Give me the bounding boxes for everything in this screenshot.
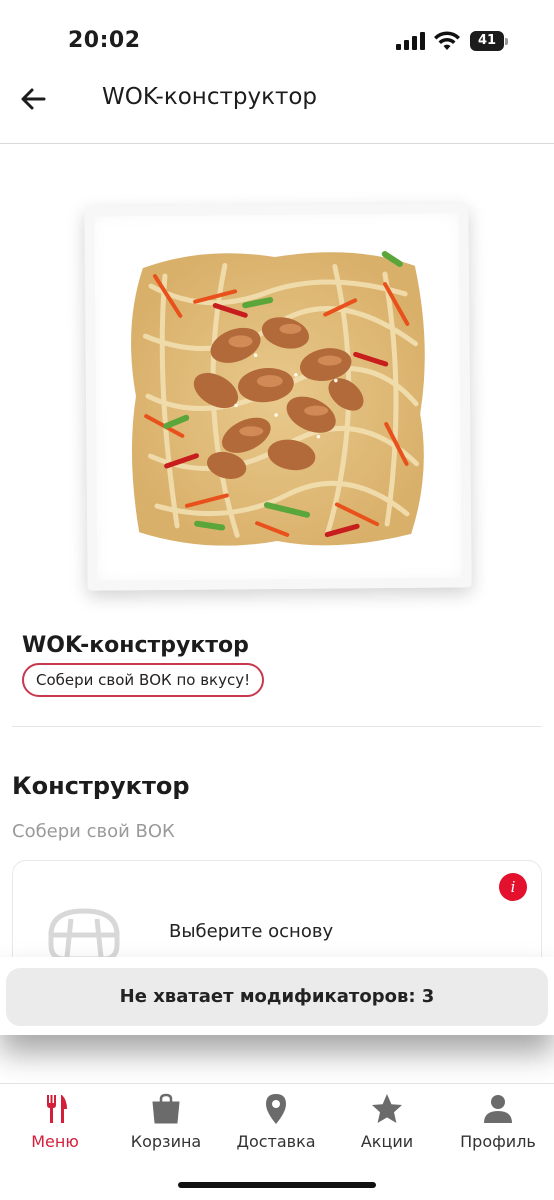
- tab-label: Профиль: [460, 1132, 536, 1151]
- tab-menu[interactable]: Меню: [0, 1092, 110, 1156]
- constructor-subtitle: Собери свой ВОК: [12, 821, 175, 842]
- tab-promotions[interactable]: Акции: [332, 1092, 442, 1156]
- tab-label: Акции: [360, 1132, 414, 1151]
- page-title: WOK-конструктор: [102, 84, 318, 110]
- constructor-title: Конструктор: [12, 772, 190, 800]
- navigation-header: WOK-конструктор: [0, 72, 554, 144]
- back-arrow-icon[interactable]: [16, 82, 50, 116]
- missing-modifiers-button[interactable]: Не хватает модификаторов: 3: [6, 968, 548, 1026]
- status-time: 20:02: [68, 28, 141, 53]
- bottom-action-sheet: Не хватает модификаторов: 3: [0, 957, 554, 1035]
- person-icon: [484, 1095, 512, 1123]
- divider: [12, 726, 542, 727]
- tab-label: Корзина: [130, 1132, 202, 1151]
- battery-level: 41: [470, 31, 504, 51]
- info-icon[interactable]: i: [499, 873, 527, 901]
- tab-profile[interactable]: Профиль: [443, 1092, 553, 1156]
- star-icon: [372, 1094, 402, 1123]
- product-name: WOK-конструктор: [22, 633, 249, 658]
- tab-delivery[interactable]: Доставка: [221, 1092, 331, 1156]
- tab-label: Меню: [31, 1132, 79, 1151]
- product-image: [0, 145, 554, 615]
- home-indicator: [178, 1182, 376, 1188]
- modifier-label: Выберите основу: [169, 921, 334, 942]
- map-pin-icon: [266, 1094, 286, 1124]
- product-tag: Собери свой ВОК по вкусу!: [22, 663, 265, 697]
- fork-knife-icon: [47, 1095, 67, 1123]
- plate-image: [84, 203, 472, 591]
- status-bar: 20:02 41: [0, 0, 554, 72]
- tab-label: Доставка: [236, 1132, 316, 1151]
- wifi-icon: [434, 31, 460, 50]
- bag-icon: [152, 1093, 180, 1124]
- tab-cart[interactable]: Корзина: [111, 1092, 221, 1156]
- battery-icon: 41: [470, 31, 508, 51]
- noodle-box-icon: [48, 908, 120, 962]
- cellular-signal-icon: [396, 32, 426, 50]
